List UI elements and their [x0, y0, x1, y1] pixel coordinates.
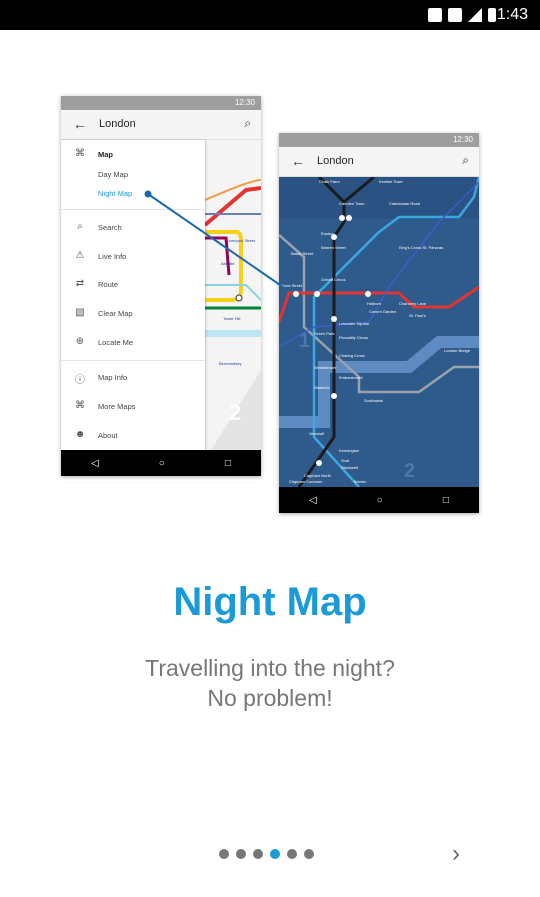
onboarding-title: Night Map: [173, 580, 367, 624]
onboarding-subtitle-line2: No problem!: [207, 685, 333, 711]
page-dot[interactable]: [304, 849, 314, 859]
onboarding-subtitle-line1: Travelling into the night?: [145, 655, 395, 681]
page-dot[interactable]: [253, 849, 263, 859]
page-dot[interactable]: [270, 849, 280, 859]
page-dot[interactable]: [236, 849, 246, 859]
page-dot[interactable]: [287, 849, 297, 859]
connector-line: [144, 190, 284, 288]
page-dot[interactable]: [219, 849, 229, 859]
next-chevron-icon[interactable]: ›: [452, 840, 460, 868]
